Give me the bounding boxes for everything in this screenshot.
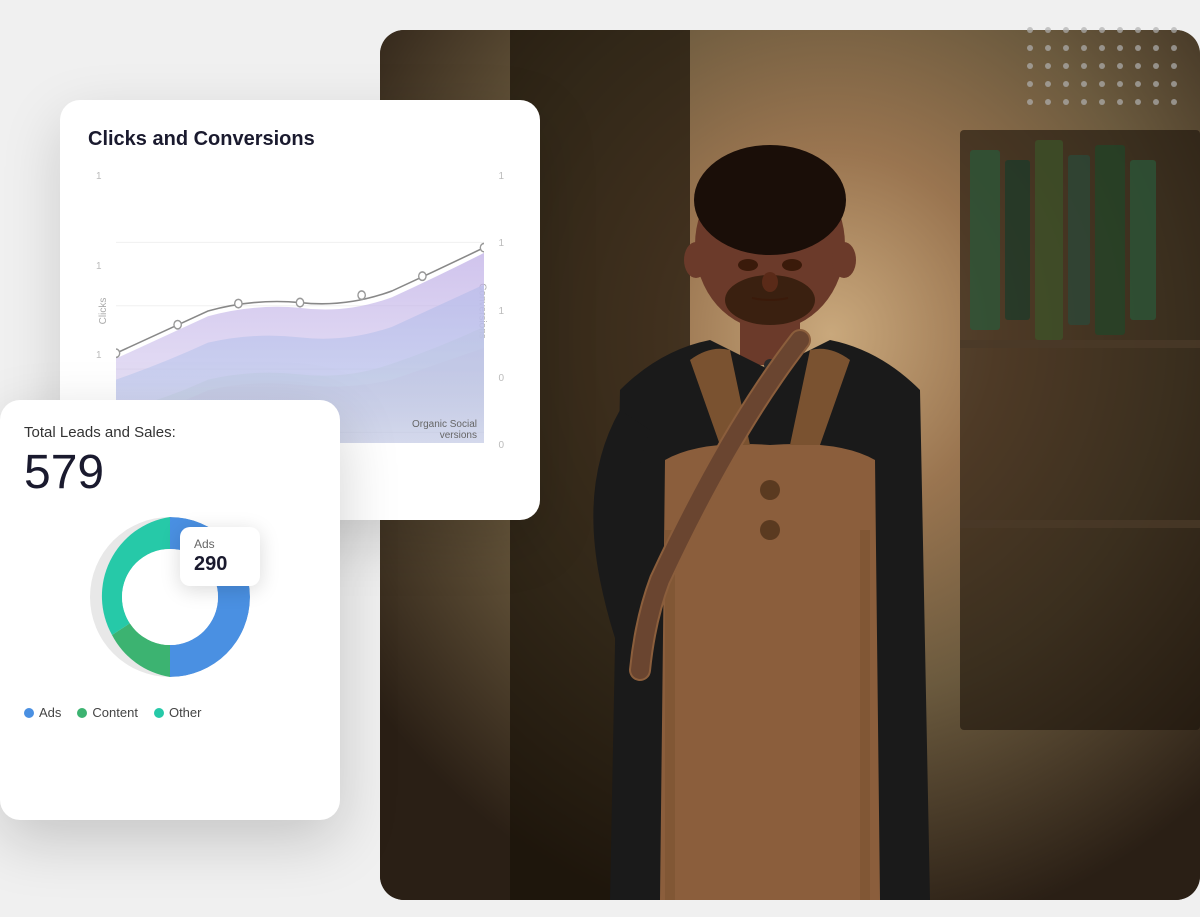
legend-dot-ads xyxy=(24,708,34,718)
legend-item-other: Other xyxy=(154,705,202,720)
legend-label-ads: Ads xyxy=(39,705,61,720)
legend-dot-other xyxy=(154,708,164,718)
legend-label-content: Content xyxy=(92,705,138,720)
clicks-card-title: Clicks and Conversions xyxy=(88,128,512,151)
y-axis-right: 1 1 1 0 0 xyxy=(498,171,504,451)
legend-dot-content xyxy=(77,708,87,718)
dots-pattern xyxy=(1020,20,1180,110)
tooltip-label: Ads xyxy=(194,537,246,551)
chart-legend: Ads Content Other xyxy=(24,697,316,720)
legend-label-other: Other xyxy=(169,705,202,720)
donut-chart-container: Ads 290 xyxy=(90,517,250,677)
legend-item-ads: Ads xyxy=(24,705,61,720)
tooltip-value: 290 xyxy=(194,553,246,576)
leads-sales-card: Total Leads and Sales: 579 xyxy=(0,400,340,820)
scene: // dots rendered inline Clicks and Conve… xyxy=(0,0,1200,917)
donut-tooltip: Ads 290 xyxy=(180,527,260,586)
organic-social-label: Organic Social versions xyxy=(412,419,477,441)
leads-total-number: 579 xyxy=(24,449,316,497)
legend-item-content: Content xyxy=(77,705,138,720)
leads-card-title: Total Leads and Sales: xyxy=(24,424,316,441)
